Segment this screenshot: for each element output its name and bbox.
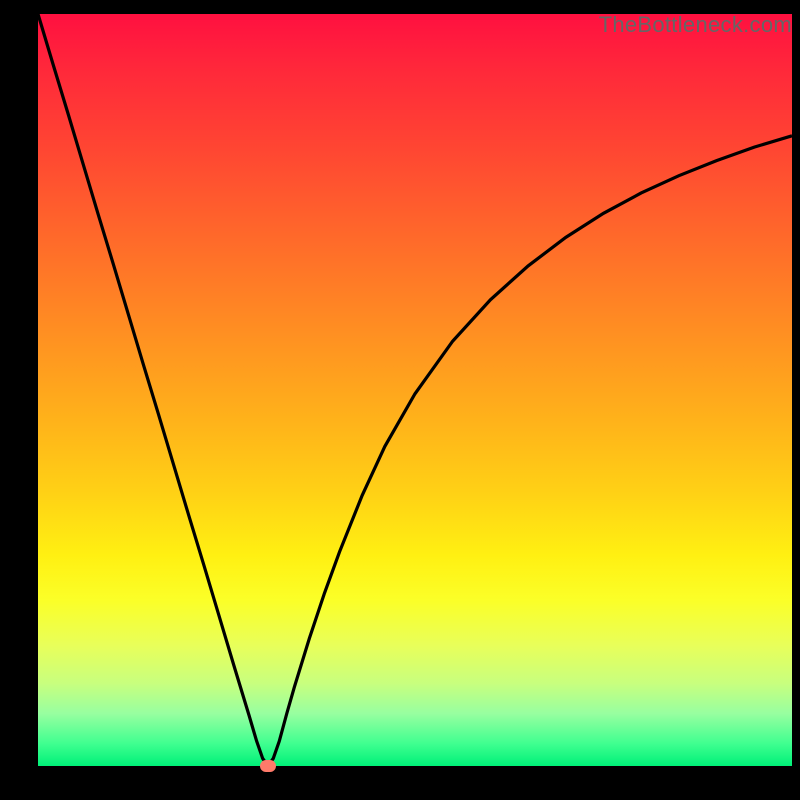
curve-svg bbox=[38, 14, 792, 766]
optimum-marker bbox=[260, 760, 276, 772]
watermark-text: TheBottleneck.com bbox=[599, 12, 792, 38]
bottleneck-curve bbox=[38, 14, 792, 766]
chart-frame: TheBottleneck.com bbox=[0, 14, 800, 800]
plot-area bbox=[38, 14, 792, 766]
